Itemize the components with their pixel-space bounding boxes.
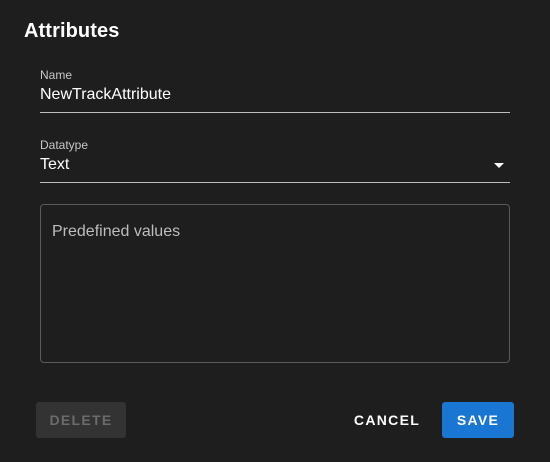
dropdown-arrow-icon[interactable] [494,163,504,168]
datatype-selected-value[interactable]: Text [40,156,69,174]
name-field-label: Name [40,68,73,82]
datatype-label: Datatype [40,138,89,152]
dialog-title: Attributes [24,20,120,42]
name-input[interactable]: NewTrackAttribute [40,86,171,104]
datatype-select[interactable]: Datatype Text [40,136,510,183]
cancel-button[interactable]: CANCEL [346,402,428,438]
name-field[interactable]: Name NewTrackAttribute [40,66,510,113]
attributes-dialog: Attributes Name NewTrackAttribute Dataty… [0,0,550,462]
save-button[interactable]: SAVE [442,402,514,438]
predefined-values-placeholder: Predefined values [52,223,181,240]
delete-button: DELETE [36,402,126,438]
predefined-values-textarea[interactable]: Predefined values [40,204,510,363]
